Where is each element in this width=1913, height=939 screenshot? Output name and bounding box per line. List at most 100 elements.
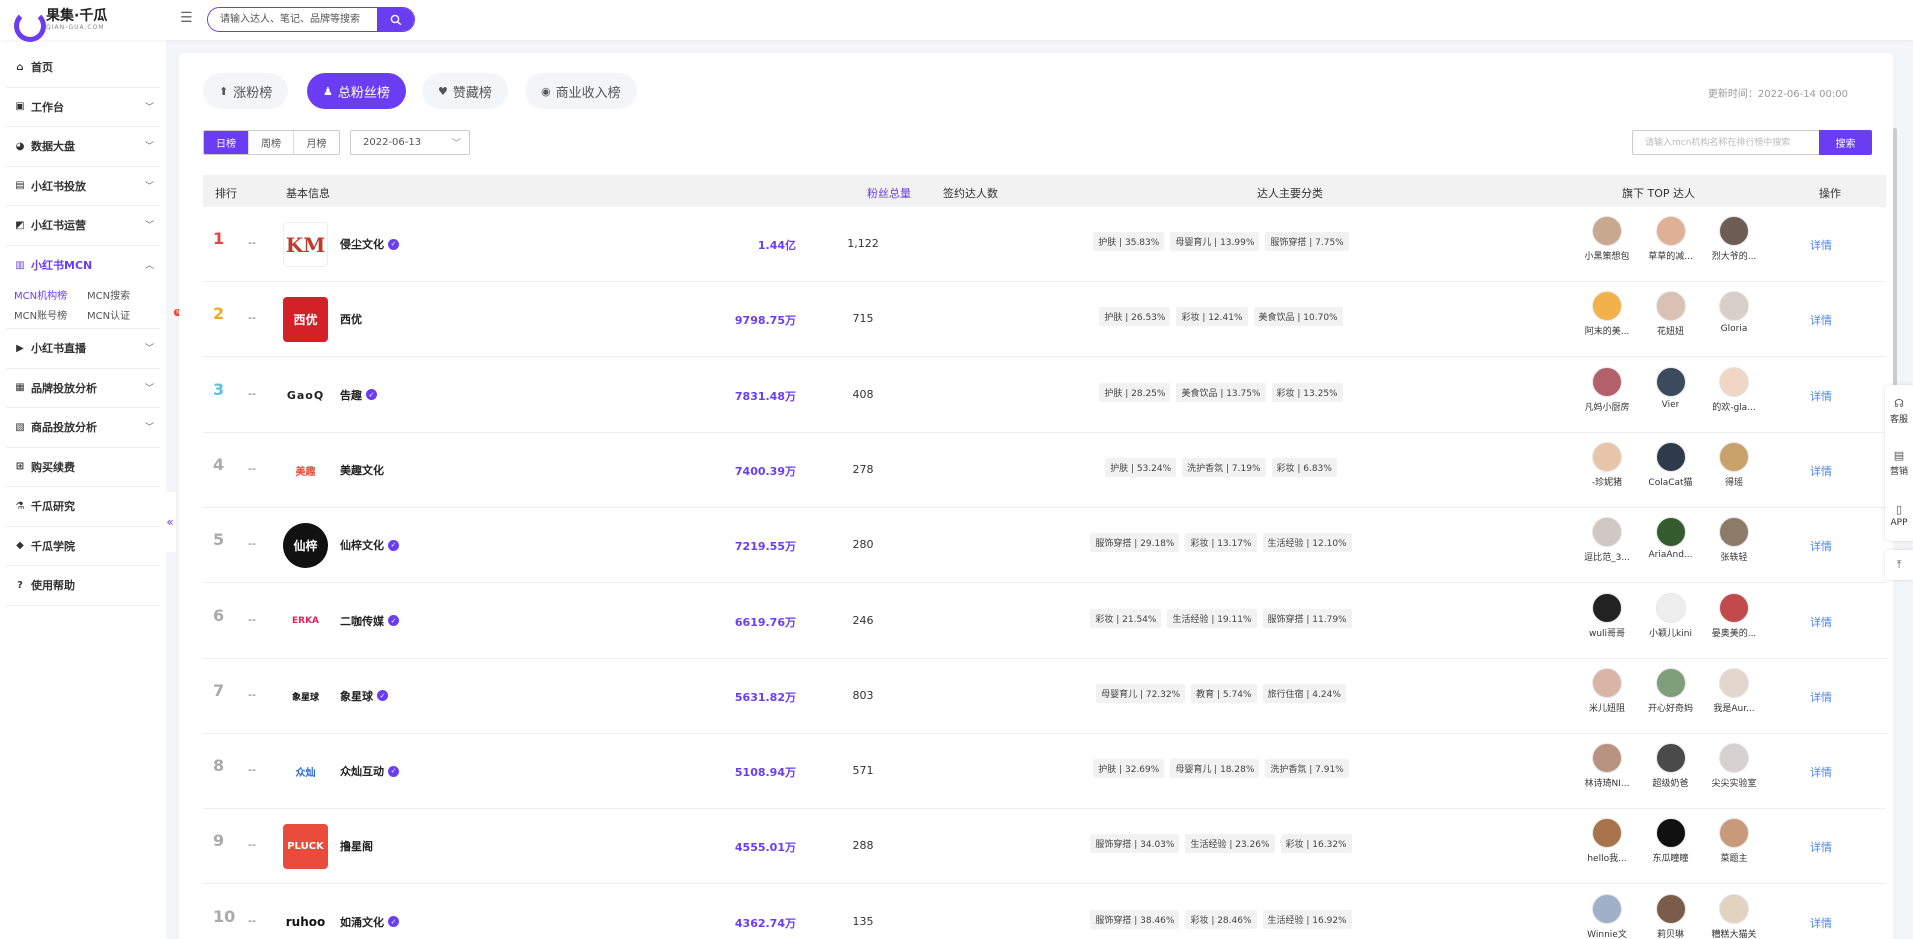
sidebar-item-brand-analysis[interactable]: ▦ 品牌投放分析 ﹀ [6,369,160,408]
tab-likes-favs[interactable]: ♥ 赞藏榜 [422,73,508,109]
search-button[interactable] [377,8,414,31]
float-app[interactable]: ▯ APP [1885,489,1913,541]
mcn-name[interactable]: 二咖传媒 ✓ [340,613,399,629]
talent-item[interactable]: 林诗琦NI... [1578,743,1636,789]
talent-item[interactable]: 开心好奇妈 [1642,667,1700,714]
mcn-name[interactable]: 撸星阁 [340,838,373,854]
submenu-mcn-account-rank[interactable]: MCN账号榜 [14,307,87,322]
scrollbar[interactable] [1893,128,1897,388]
mcn-name[interactable]: 众灿互动 ✓ [340,763,399,779]
talent-item[interactable]: 花妞妞 [1642,291,1700,337]
detail-link[interactable]: 详情 [1810,764,1832,780]
talent-item[interactable]: 凡妈小厨房 [1578,366,1636,413]
detail-link[interactable]: 详情 [1810,915,1832,931]
col-fans-total[interactable]: 粉丝总量 [867,185,911,201]
sidebar-item-dashboard[interactable]: ◕ 数据大盘 ﹀ [6,127,160,167]
detail-link[interactable]: 详情 [1810,839,1832,855]
detail-link[interactable]: 详情 [1810,463,1832,479]
logo[interactable]: 果集·千瓜 QIAN-GUA.COM [12,6,107,42]
float-marketing[interactable]: ▤ 营销 [1885,437,1913,489]
detail-link[interactable]: 详情 [1810,237,1832,253]
mcn-logo[interactable]: 众灿 [283,749,328,795]
talent-item[interactable]: -珍妮猪 [1578,441,1636,488]
sidebar-item-help[interactable]: ? 使用帮助 [6,566,160,606]
talent-item[interactable]: 尖尖实验室 [1705,743,1763,789]
detail-link[interactable]: 详情 [1810,689,1832,705]
sidebar-item-xhs-mcn[interactable]: ▥ 小红书MCN ︿ [6,246,160,286]
talent-item[interactable]: Winnie文 [1578,893,1636,939]
tab-total-fans[interactable]: ♟ 总粉丝榜 [307,73,406,109]
date-picker[interactable]: 2022-06-13 ﹀ [350,130,470,155]
submenu-mcn-search[interactable]: MCN搜索 [87,287,160,302]
sidebar-item-xhs-ads[interactable]: ▤ 小红书投放 ﹀ [6,167,160,206]
talent-item[interactable]: 逗比范_3... [1578,517,1636,563]
talent-item[interactable]: wuli哥哥 [1578,592,1636,639]
global-search-input[interactable] [208,8,378,31]
tab-business-income[interactable]: ◉ 商业收入榜 [525,73,637,109]
detail-link[interactable]: 详情 [1810,538,1832,554]
talent-item[interactable]: 烈大爷的... [1705,216,1763,262]
talent-item[interactable]: 菜题主 [1705,818,1763,864]
talent-item[interactable]: 晏奥美的... [1705,592,1763,639]
tab-fans-growth[interactable]: ⬆ 涨粉榜 [203,73,289,109]
mcn-name[interactable]: 如涌文化 ✓ [340,914,399,930]
sidebar-item-product-analysis[interactable]: ▧ 商品投放分析 ﹀ [6,408,160,448]
sidebar-item-home[interactable]: ⌂ 首页 [6,48,160,88]
talent-item[interactable]: 东瓜瞳瞳 [1642,818,1700,864]
talent-item[interactable]: 超级奶爸 [1642,743,1700,789]
avatar [1592,441,1622,472]
float-service[interactable]: ☊ 客服 [1885,385,1913,437]
mcn-name[interactable]: 西优 [340,311,362,327]
talent-item[interactable]: 得瑶 [1705,441,1763,488]
sidebar-item-research[interactable]: ⚗ 千瓜研究 [6,487,160,527]
mcn-logo[interactable]: 美趣 [283,447,328,493]
period-daily[interactable]: 日榜 [204,131,249,154]
mcn-logo[interactable]: ruhoo [283,899,328,939]
talent-item[interactable]: 米儿妞阻 [1578,667,1636,714]
mcn-logo[interactable]: 仙梓 [283,523,328,569]
sidebar-collapse-icon[interactable]: « [164,492,176,552]
mcn-name[interactable]: 仙梓文化 ✓ [340,537,399,553]
sidebar-item-purchase[interactable]: ⊞ 购买续费 [6,448,160,487]
detail-link[interactable]: 详情 [1810,614,1832,630]
sidebar-item-xhs-ops[interactable]: ◩ 小红书运营 ﹀ [6,206,160,246]
mcn-logo[interactable]: ERKA [283,598,328,644]
talent-item[interactable]: hello我... [1578,818,1636,864]
mcn-search-button[interactable]: 搜索 [1819,130,1872,155]
mcn-logo[interactable]: GaoQ [283,372,328,418]
submenu-mcn-certify[interactable]: MCN认证NEW [87,307,193,322]
mcn-logo[interactable]: 西优 [283,297,328,343]
mcn-name[interactable]: 美趣文化 [340,462,384,478]
talent-item[interactable]: Vier [1642,366,1700,413]
period-weekly[interactable]: 周榜 [249,131,294,154]
talent-item[interactable]: 莉贝琳 [1642,893,1700,939]
detail-link[interactable]: 详情 [1810,312,1832,328]
sidebar-item-xhs-live[interactable]: ▶ 小红书直播 ﹀ [6,329,160,369]
sidebar-item-academy[interactable]: ◆ 千瓜学院 [6,527,160,566]
talent-item[interactable]: AriaAnd... [1642,517,1700,563]
mcn-name[interactable]: 象星球 ✓ [340,688,388,704]
submenu-mcn-rank[interactable]: MCN机构榜 [14,287,87,302]
talent-item[interactable]: 张轶轻 [1705,517,1763,563]
talent-item[interactable]: ColaCat猫 [1642,441,1700,488]
mcn-logo[interactable]: PLUCK [283,824,328,870]
talent-item[interactable]: 小颖儿kini [1642,592,1700,639]
talent-item[interactable]: 的欢-gla... [1705,366,1763,413]
talent-item[interactable]: 草草的减... [1642,216,1700,262]
mcn-name[interactable]: 侵尘文化 ✓ [340,236,399,252]
mcn-logo[interactable]: KM [283,222,328,267]
period-monthly[interactable]: 月榜 [294,131,339,154]
mcn-name[interactable]: 告趣 ✓ [340,387,377,403]
talent-item[interactable]: 糟糕大猫关 [1705,893,1763,939]
talent-item[interactable]: 阿末的美... [1578,291,1636,337]
menu-toggle-icon[interactable]: ☰ [180,11,194,25]
mcn-search-input[interactable] [1632,130,1819,155]
back-to-top-button[interactable]: ⤒ [1885,550,1913,580]
talent-item[interactable]: 我是Aur... [1705,667,1763,714]
category-tag: 服饰穿搭 | 29.18% [1090,533,1180,553]
talent-item[interactable]: Gloria [1705,291,1763,337]
detail-link[interactable]: 详情 [1810,388,1832,404]
mcn-logo[interactable]: 象星球 [283,673,328,719]
sidebar-item-workbench[interactable]: ▣ 工作台 ﹀ [6,88,160,127]
talent-item[interactable]: 小黑策想包 [1578,216,1636,262]
